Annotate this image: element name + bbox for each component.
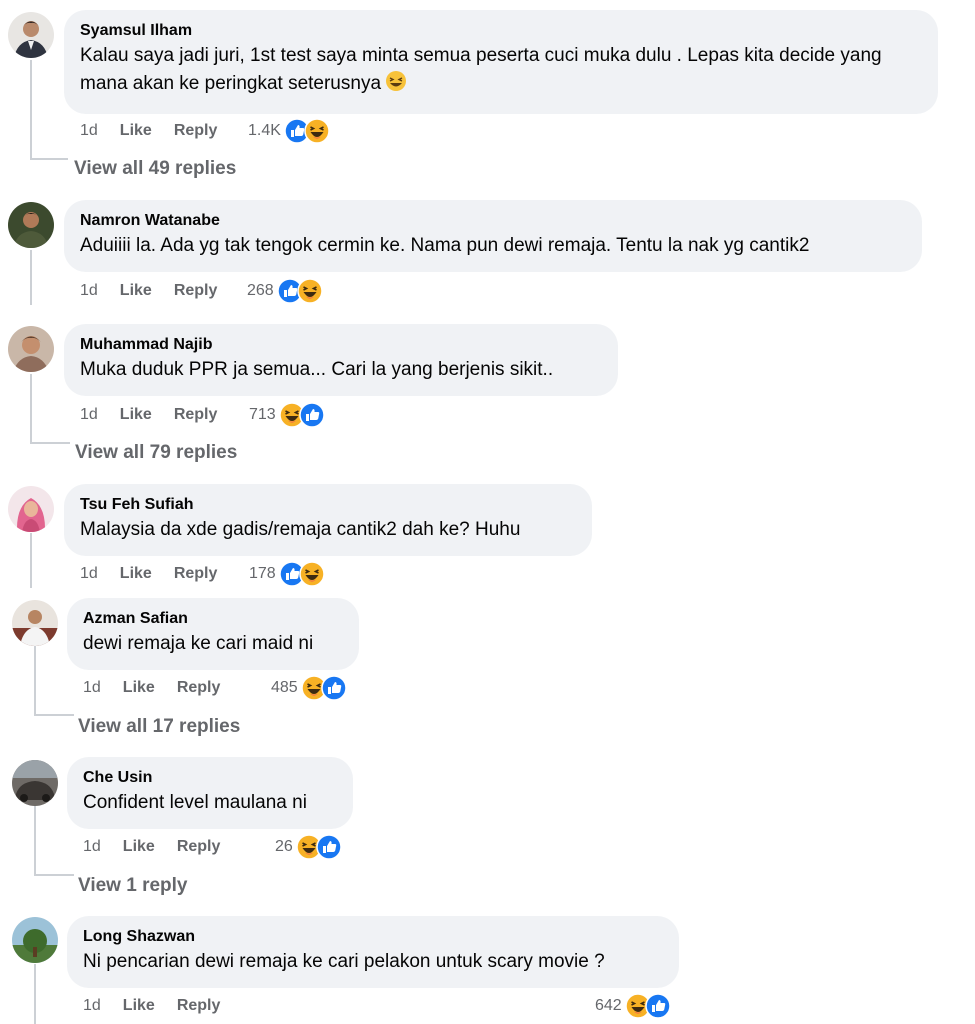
avatar[interactable] [8,326,54,372]
reply-button[interactable]: Reply [174,406,218,424]
thread-line [30,533,32,588]
comment-bubble: Tsu Feh Sufiah Malaysia da xde gadis/rem… [64,484,592,556]
reply-button[interactable]: Reply [174,122,218,140]
view-replies-link[interactable]: View all 17 replies [78,716,240,738]
reaction-summary[interactable]: 178 [249,560,325,588]
reaction-summary[interactable]: 1.4K [248,117,330,145]
like-button[interactable]: Like [120,406,152,424]
thread-line [30,374,32,444]
comment-timestamp[interactable]: 1d [80,406,98,424]
like-button[interactable]: Like [120,565,152,583]
like-button[interactable]: Like [120,122,152,140]
comment-bubble: Muhammad Najib Muka duduk PPR ja semua..… [64,324,618,396]
reaction-count: 268 [247,282,274,299]
comment-actions: 1d Like Reply [83,835,220,859]
comment-bubble: Namron Watanabe Aduiiii la. Ada yg tak t… [64,200,922,272]
reply-button[interactable]: Reply [177,679,221,697]
comment-author[interactable]: Long Shazwan [83,926,661,948]
reaction-count: 485 [271,679,298,696]
avatar[interactable] [8,202,54,248]
reaction-count: 713 [249,406,276,423]
thread-line [34,714,74,716]
comment-text: Confident level maulana ni [83,792,307,813]
like-reaction-icon [644,993,671,1019]
comment-timestamp[interactable]: 1d [80,282,98,300]
comment-actions: 1d Like Reply [83,994,220,1018]
haha-reaction-icon [304,118,330,144]
reaction-summary[interactable]: 268 [247,277,323,305]
comment-text: dewi remaja ke cari maid ni [83,633,314,654]
comment-author[interactable]: Azman Safian [83,608,341,630]
comment-actions: 1d Like Reply [80,119,217,143]
reaction-count: 178 [249,565,276,582]
avatar[interactable] [8,486,54,532]
comment-actions: 1d Like Reply [80,279,217,303]
like-button[interactable]: Like [120,282,152,300]
comment-text: Ni pencarian dewi remaja ke cari pelakon… [83,951,605,972]
comment-actions: 1d Like Reply [83,676,220,700]
thread-line [34,964,36,1024]
reaction-count: 26 [275,838,293,855]
reaction-summary[interactable]: 642 [595,992,671,1020]
comment-bubble: Azman Safian dewi remaja ke cari maid ni [67,598,359,670]
comment-thread: Syamsul Ilham Kalau saya jadi juri, 1st … [0,0,975,1024]
reaction-count: 1.4K [248,122,281,139]
laughing-emoji-icon [386,71,407,91]
thread-line [30,442,70,444]
haha-reaction-icon [296,278,323,304]
comment-text: Malaysia da xde gadis/remaja cantik2 dah… [80,519,521,540]
reply-button[interactable]: Reply [177,838,221,856]
view-replies-link[interactable]: View all 49 replies [74,158,236,180]
reaction-summary[interactable]: 713 [249,401,325,429]
comment-author[interactable]: Syamsul Ilham [80,20,920,42]
avatar[interactable] [12,600,58,646]
comment-bubble: Long Shazwan Ni pencarian dewi remaja ke… [67,916,679,988]
comment-author[interactable]: Namron Watanabe [80,210,904,232]
comment-text: Muka duduk PPR ja semua... Cari la yang … [80,359,554,380]
like-reaction-icon [320,675,347,701]
like-button[interactable]: Like [123,679,155,697]
avatar[interactable] [12,917,58,963]
comment-bubble: Syamsul Ilham Kalau saya jadi juri, 1st … [64,10,938,114]
comment-timestamp[interactable]: 1d [80,565,98,583]
view-replies-link[interactable]: View 1 reply [78,875,188,897]
like-button[interactable]: Like [123,838,155,856]
comment-actions: 1d Like Reply [80,403,217,427]
comment-author[interactable]: Tsu Feh Sufiah [80,494,574,516]
comment-timestamp[interactable]: 1d [83,679,101,697]
reply-button[interactable]: Reply [174,565,218,583]
reaction-count: 642 [595,997,622,1014]
comment-author[interactable]: Che Usin [83,767,335,789]
thread-line [34,646,36,716]
avatar[interactable] [12,760,58,806]
reply-button[interactable]: Reply [174,282,218,300]
comment-timestamp[interactable]: 1d [83,838,101,856]
reply-button[interactable]: Reply [177,997,221,1015]
thread-line [30,158,68,160]
thread-line [30,250,32,305]
comment-text: Aduiiii la. Ada yg tak tengok cermin ke.… [80,235,810,256]
comment-timestamp[interactable]: 1d [80,122,98,140]
reaction-summary[interactable]: 485 [271,674,347,702]
thread-line [30,60,32,160]
view-replies-link[interactable]: View all 79 replies [75,442,237,464]
comment-text: Kalau saya jadi juri, 1st test saya mint… [80,45,882,94]
like-button[interactable]: Like [123,997,155,1015]
thread-line [34,806,36,876]
reaction-summary[interactable]: 26 [275,833,342,861]
comment-timestamp[interactable]: 1d [83,997,101,1015]
comment-bubble: Che Usin Confident level maulana ni [67,757,353,829]
like-reaction-icon [316,834,342,860]
comment-actions: 1d Like Reply [80,562,217,586]
comment-author[interactable]: Muhammad Najib [80,334,600,356]
avatar[interactable] [8,12,54,58]
haha-reaction-icon [298,561,325,587]
like-reaction-icon [298,402,325,428]
thread-line [34,874,74,876]
